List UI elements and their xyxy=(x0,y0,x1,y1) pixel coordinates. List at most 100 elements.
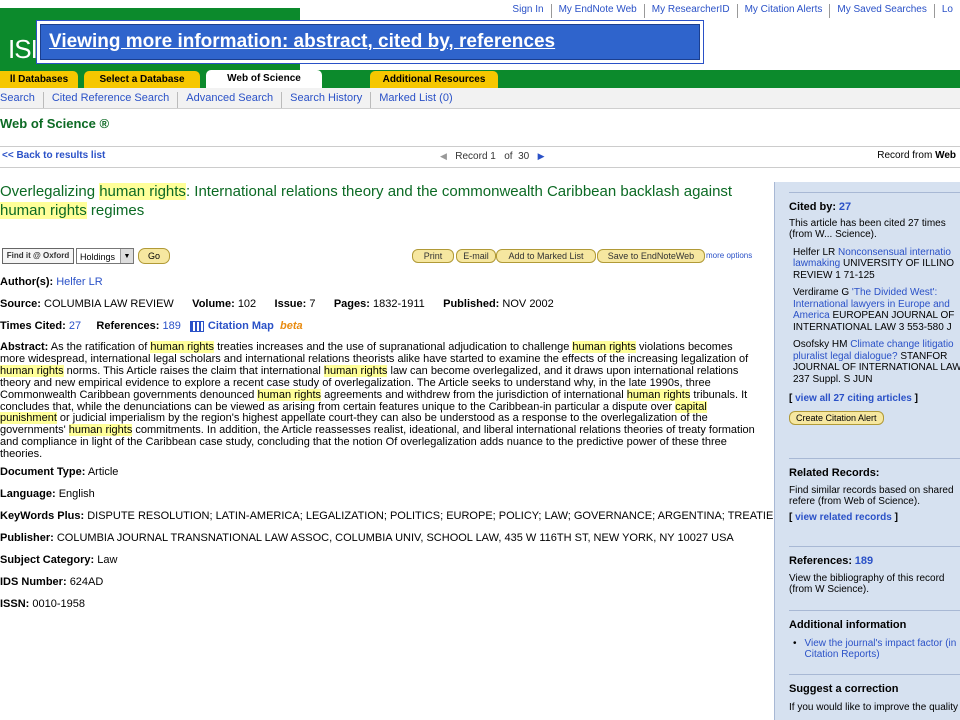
divider xyxy=(789,546,960,547)
abstract-field: Abstract: As the ratification of human r… xyxy=(0,341,758,461)
suggest-correction-text: If you would like to improve the quality xyxy=(789,701,958,713)
abstract-text: treaties increases and the use of supran… xyxy=(214,341,573,353)
abstract-highlight: human rights xyxy=(626,388,691,401)
related-records-description: Find similar records based on shared ref… xyxy=(789,484,954,508)
tab-all-databases[interactable]: ll Databases xyxy=(0,71,78,88)
citation-map-icon[interactable] xyxy=(189,320,204,332)
my-endnote-web-link[interactable]: My EndNote Web xyxy=(552,4,645,18)
divider xyxy=(789,610,960,611)
field-label: Volume: xyxy=(192,298,235,310)
add-to-marked-list-button[interactable]: Add to Marked List xyxy=(496,249,596,263)
field-label: Language: xyxy=(0,488,56,500)
sign-in-link[interactable]: Sign In xyxy=(505,4,552,18)
subnav-cited-reference-search[interactable]: Cited Reference Search xyxy=(44,92,179,108)
title-highlight: human rights xyxy=(99,183,186,200)
view-related-row: [ view related records ] xyxy=(789,511,898,523)
field-label: ISSN: xyxy=(0,598,30,610)
tab-web-of-science[interactable]: Web of Science xyxy=(206,70,322,88)
subnav-marked-list[interactable]: Marked List (0) xyxy=(371,92,460,108)
top-utility-links: Sign In My EndNote Web My ResearcherID M… xyxy=(505,4,960,18)
find-it-oxford-button[interactable]: Find it @ Oxford xyxy=(2,248,74,264)
logout-link[interactable]: Lo xyxy=(935,4,960,18)
publisher-field: Publisher: COLUMBIA JOURNAL TRANSNATIONA… xyxy=(0,532,734,544)
section-title: Web of Science ® xyxy=(0,116,109,131)
more-options-link[interactable]: more options xyxy=(706,251,752,260)
citation-author: Helfer LR xyxy=(793,246,836,258)
next-record-icon[interactable]: ▶ xyxy=(538,151,545,161)
citation-map-link[interactable]: Citation Map xyxy=(208,320,274,332)
prev-record-icon[interactable]: ◀ xyxy=(440,151,447,161)
references-link[interactable]: 189 xyxy=(162,320,180,332)
citation-author: Osofsky HM xyxy=(793,339,848,350)
field-label: Author(s): xyxy=(0,276,54,288)
abstract-highlight: human rights xyxy=(68,424,133,437)
my-researcherid-link[interactable]: My ResearcherID xyxy=(645,4,738,18)
sub-navigation: Search Cited Reference Search Advanced S… xyxy=(0,88,960,109)
subnav-search-history[interactable]: Search History xyxy=(282,92,372,108)
suggest-correction-section: Suggest a correction If you would like t… xyxy=(789,684,960,713)
ids-number-field: IDS Number: 624AD xyxy=(0,576,103,588)
my-citation-alerts-link[interactable]: My Citation Alerts xyxy=(738,4,831,18)
print-button[interactable]: Print xyxy=(412,249,454,263)
title-part: regimes xyxy=(86,202,145,219)
my-saved-searches-link[interactable]: My Saved Searches xyxy=(830,4,935,18)
registered-mark: ® xyxy=(99,116,110,131)
references-description: View the bibliography of this record (fr… xyxy=(789,572,945,596)
database-tabbar: ll Databases Select a Database Web of Sc… xyxy=(0,70,960,88)
author-link[interactable]: Helfer LR xyxy=(56,276,102,288)
field-label: IDS Number: xyxy=(0,576,67,588)
beta-badge: beta xyxy=(280,320,303,332)
subject-value: Law xyxy=(97,554,118,566)
references-section: References: 189 View the bibliography of… xyxy=(789,556,960,596)
field-label: Pages: xyxy=(333,298,370,310)
issue-value: 7 xyxy=(309,298,316,310)
subnav-search[interactable]: Search xyxy=(0,92,44,108)
abstract-text: As the ratification of xyxy=(50,341,151,353)
publisher-value: COLUMBIA JOURNAL TRANSNATIONAL LAW ASSOC… xyxy=(56,532,734,544)
subject-category-field: Subject Category: Law xyxy=(0,554,117,566)
tab-select-database[interactable]: Select a Database xyxy=(84,71,200,88)
back-to-results-link[interactable]: << Back to results list xyxy=(2,147,105,165)
impact-factor-item: • View the journal's impact factor (in C… xyxy=(789,638,960,661)
view-related-records-link[interactable]: view related records xyxy=(795,512,892,523)
field-label: Times Cited: xyxy=(0,320,66,332)
create-citation-alert-button[interactable]: Create Citation Alert xyxy=(789,410,884,425)
email-button[interactable]: E-mail xyxy=(456,249,496,263)
abstract-highlight: human rights xyxy=(323,364,388,377)
subnav-advanced-search[interactable]: Advanced Search xyxy=(178,92,283,108)
citation-author: Verdirame G xyxy=(793,287,850,298)
tab-additional-resources[interactable]: Additional Resources xyxy=(370,71,498,88)
record-pager: ◀ Record 1 of 30 ▶ xyxy=(440,147,545,166)
view-all-citing-row: [ view all 27 citing articles ] xyxy=(789,393,918,404)
go-button[interactable]: Go xyxy=(138,248,170,264)
times-cited-link[interactable]: 27 xyxy=(69,320,81,332)
divider xyxy=(789,458,960,459)
divider xyxy=(789,192,960,193)
issn-field: ISSN: 0010-1958 xyxy=(0,598,85,610)
right-sidebar: Cited by: 27 This article has been cited… xyxy=(774,182,960,720)
published-value: NOV 2002 xyxy=(502,298,554,310)
cited-by-heading: Cited by: xyxy=(789,202,837,213)
view-all-citing-link[interactable]: view all 27 citing articles xyxy=(795,393,912,404)
field-label: Abstract: xyxy=(0,341,49,353)
title-part: Overlegalizing xyxy=(0,183,100,200)
record-number: 1 xyxy=(490,151,496,162)
cited-by-count-link[interactable]: 27 xyxy=(839,202,851,213)
holdings-select[interactable]: Holdings ▼ xyxy=(76,248,134,264)
abstract-highlight: human rights xyxy=(150,341,215,353)
isi-logo: ISI xyxy=(8,34,38,64)
document-type-field: Document Type: Article xyxy=(0,466,118,478)
cited-by-description: This article has been cited 27 times (fr… xyxy=(789,217,946,241)
holdings-value: Holdings xyxy=(80,252,116,262)
references-heading: References: xyxy=(789,556,852,567)
bullet-icon: • xyxy=(793,637,797,649)
references-count-link[interactable]: 189 xyxy=(855,556,873,567)
additional-info-section: Additional information • View the journa… xyxy=(789,620,960,661)
pages-value: 1832-1911 xyxy=(372,298,425,310)
times-cited-field: Times Cited: 27 References: 189 Citation… xyxy=(0,320,303,332)
ids-value: 624AD xyxy=(69,576,104,588)
caption-banner-text: Viewing more information: abstract, cite… xyxy=(40,24,700,60)
save-to-endnote-button[interactable]: Save to EndNoteWeb xyxy=(597,249,705,263)
related-records-section: Related Records: Find similar records ba… xyxy=(789,468,960,523)
impact-factor-link[interactable]: View the journal's impact factor (in Cit… xyxy=(805,638,960,661)
